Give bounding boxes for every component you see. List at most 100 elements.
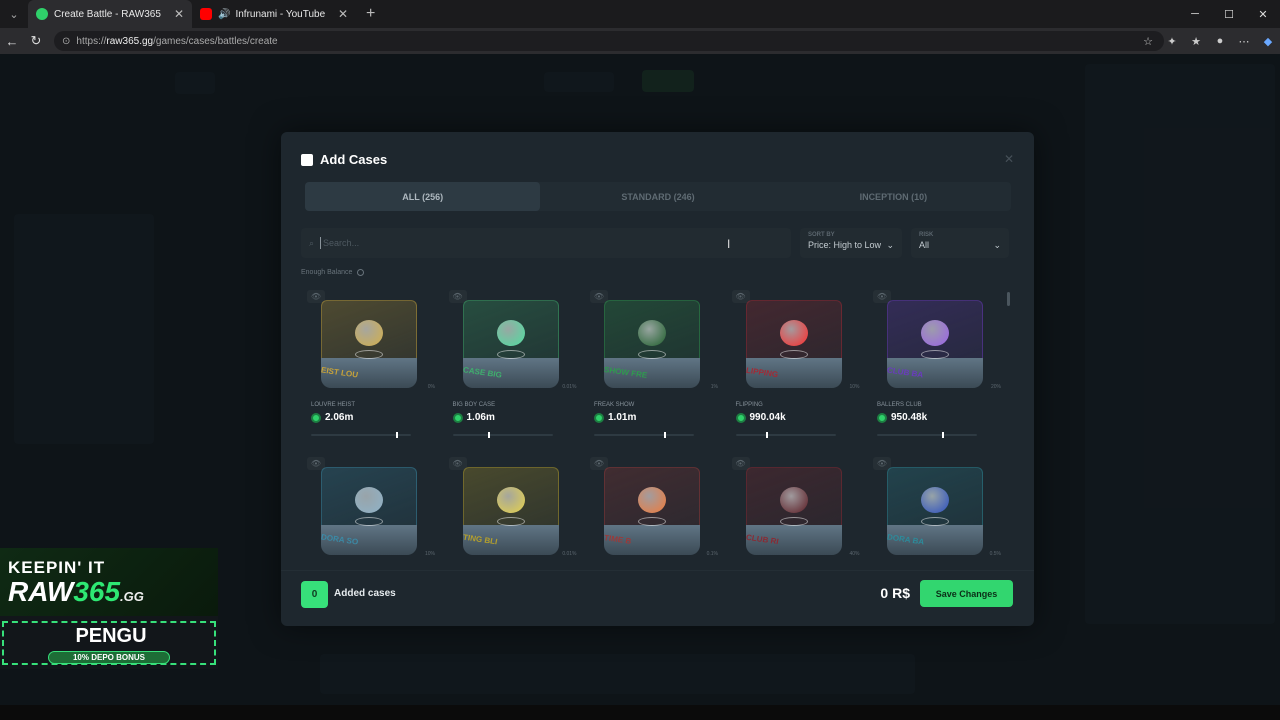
case-chance: 20%	[990, 384, 1001, 390]
coin-icon	[594, 412, 604, 423]
add-cases-modal: Add Cases ✕ ALL (256) STANDARD (246) INC…	[281, 132, 1034, 626]
risk-marker	[942, 432, 944, 438]
browser-tab-youtube[interactable]: 🔊 Infrunami - YouTube ✕	[192, 0, 356, 28]
maximize-icon[interactable]: ☐	[1212, 0, 1246, 28]
case-ring	[496, 517, 525, 526]
sort-by-select[interactable]: SORT BY Price: High to Low ⌄	[800, 228, 902, 258]
risk-bar	[452, 432, 553, 438]
case-card[interactable]: 👁 SHOW FRE 1% FREAK SHOW 1.01m	[588, 288, 718, 448]
case-chance: 40%	[849, 551, 860, 557]
risk-label: RISK	[919, 232, 934, 238]
browser-tab-create-battle[interactable]: Create Battle - RAW365 ✕	[28, 0, 192, 28]
url-prefix: https://	[76, 35, 107, 47]
case-item-icon	[638, 320, 666, 346]
minimize-icon[interactable]: ─	[1178, 0, 1212, 28]
coin-icon	[452, 412, 463, 423]
case-card[interactable]: 👁 DORA BA 0.5%	[871, 455, 1001, 568]
case-price: 2.06m	[311, 412, 353, 423]
case-price-value: 990.04k	[749, 412, 786, 423]
close-tab-icon[interactable]: ✕	[338, 7, 348, 21]
tab-inception[interactable]: INCEPTION (10)	[776, 182, 1011, 211]
case-ring	[779, 517, 808, 526]
modal-footer: 0 Added cases 0 R$ Save Changes	[281, 570, 1034, 626]
close-icon[interactable]: ✕	[1004, 152, 1014, 166]
case-chance: 0%	[427, 384, 435, 390]
modal-header: Add Cases	[301, 152, 387, 167]
more-menu-icon[interactable]: ⋯	[1232, 35, 1256, 48]
taskbar-strip	[0, 705, 1280, 720]
speaker-icon[interactable]: 🔊	[218, 9, 230, 20]
case-card[interactable]: 👁 CLUB RI 40%	[730, 455, 860, 568]
star-bookmark-icon[interactable]: ☆	[1136, 35, 1160, 48]
copilot-icon[interactable]: ◆	[1256, 35, 1280, 48]
risk-select[interactable]: RISK All ⌄	[911, 228, 1009, 258]
url-domain: raw365.gg	[106, 35, 154, 47]
modal-title: Add Cases	[320, 152, 388, 167]
case-name: FLIPPING	[735, 402, 763, 408]
close-window-icon[interactable]: ✕	[1246, 0, 1280, 28]
case-chance: 0.01%	[562, 551, 577, 557]
case-card[interactable]: 👁 LIPPING 10% FLIPPING 990.04k	[730, 288, 860, 448]
back-arrow-icon[interactable]: ←	[0, 28, 24, 54]
case-chance: 0.1%	[706, 551, 718, 557]
extensions-icon[interactable]: ✦	[1160, 35, 1184, 48]
sort-by-value: Price: High to Low	[808, 240, 882, 250]
case-category-tabs: ALL (256) STANDARD (246) INCEPTION (10)	[305, 182, 1011, 211]
coin-icon	[877, 412, 887, 423]
search-icon: ⌕	[309, 237, 315, 248]
new-tab-plus-icon[interactable]: +	[366, 5, 375, 23]
site-info-icon[interactable]: ⊙	[62, 36, 70, 47]
profile-avatar-icon[interactable]: ●	[1208, 35, 1232, 47]
case-card[interactable]: 👁 CLUB BA 20% BALLERS CLUB 950.48k	[871, 288, 1001, 448]
url-field[interactable]: ⊙ https://raw365.gg/games/cases/battles/…	[54, 31, 1164, 51]
case-image: CLUB RI	[745, 467, 842, 557]
scrollbar[interactable]	[1007, 292, 1010, 306]
promo-code: PENGU	[75, 625, 147, 647]
tab-standard[interactable]: STANDARD (246)	[540, 182, 775, 211]
case-card[interactable]: 👁 CASE BIG 0.01% BIG BOY CASE 1.06m	[447, 288, 577, 448]
case-price-value: 1.06m	[466, 412, 495, 423]
address-bar: ← ↻ ⊙ https://raw365.gg/games/cases/batt…	[0, 28, 1280, 54]
risk-marker	[765, 432, 768, 438]
case-card[interactable]: 👁 EIST LOU 0% LOUVRE HEIST 2.06m	[305, 288, 435, 448]
case-image: SHOW FRE	[604, 300, 700, 390]
case-ring	[921, 350, 949, 359]
brand-tld: .GG	[120, 589, 144, 604]
search-input[interactable]: ⌕ Search...	[301, 228, 791, 258]
promo-code-box: PENGU 10% DEPO BONUS	[2, 621, 216, 665]
case-chance: 10%	[424, 551, 435, 557]
case-image: TIME B	[604, 467, 700, 557]
total-cost: 0 R$	[880, 585, 910, 601]
save-changes-button[interactable]: Save Changes	[920, 580, 1013, 607]
promo-bonus-badge: 10% DEPO BONUS	[48, 651, 170, 664]
case-box-icon	[301, 153, 313, 166]
enough-balance-toggle[interactable]: Enough Balance	[301, 269, 365, 276]
coin-icon	[311, 412, 321, 423]
case-ring	[779, 350, 808, 359]
case-card[interactable]: 👁 TING BLI 0.01%	[447, 455, 577, 568]
risk-bar	[735, 432, 836, 438]
youtube-favicon-icon	[200, 8, 212, 20]
reload-icon[interactable]: ↻	[24, 28, 48, 54]
risk-marker	[396, 432, 398, 438]
case-card[interactable]: 👁 TIME B 0.1%	[588, 455, 718, 568]
chevron-down-icon: ⌄	[993, 240, 1001, 250]
favorites-icon[interactable]: ★	[1184, 35, 1208, 48]
case-ring	[355, 350, 383, 359]
case-card[interactable]: 👁 DORA SO 10%	[305, 455, 435, 568]
close-tab-icon[interactable]: ✕	[174, 7, 184, 21]
case-ring	[638, 350, 666, 359]
sort-by-label: SORT BY	[808, 232, 835, 238]
case-image: LIPPING	[745, 300, 842, 390]
case-item-icon	[779, 487, 808, 513]
case-name: FREAK SHOW	[594, 402, 635, 408]
case-price-value: 950.48k	[891, 412, 928, 423]
tab-list-chevron-icon[interactable]: ⌄	[0, 0, 28, 28]
window-controls: ─ ☐ ✕	[1178, 0, 1280, 28]
tab-all[interactable]: ALL (256)	[305, 182, 541, 211]
cases-grid: 👁 EIST LOU 0% LOUVRE HEIST 2.06m 👁 CASE BIG 0.0…	[305, 288, 1005, 568]
risk-marker	[664, 432, 666, 438]
risk-value: All	[919, 240, 930, 250]
case-ring	[355, 517, 383, 526]
case-image: TING BLI	[462, 467, 559, 557]
